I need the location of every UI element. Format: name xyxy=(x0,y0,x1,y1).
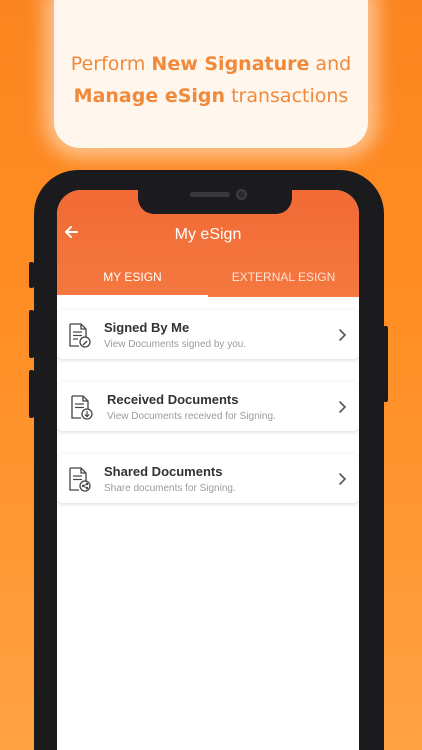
item-subtitle: View Documents signed by you. xyxy=(104,339,247,350)
item-title: Received Documents xyxy=(107,392,239,407)
phone-volume-down-button xyxy=(29,370,34,418)
list-item-received-documents[interactable]: Received Documents View Documents receiv… xyxy=(57,382,359,431)
doc-shared-icon xyxy=(69,467,91,492)
item-subtitle: View Documents received for Signing. xyxy=(107,411,276,422)
chevron-right-icon xyxy=(339,401,347,413)
tab-external-esign[interactable]: EXTERNAL ESIGN xyxy=(208,262,359,297)
phone-power-button xyxy=(383,326,388,402)
item-subtitle: Share documents for Signing. xyxy=(104,483,236,494)
page-title: My eSign xyxy=(174,226,242,243)
chevron-right-icon xyxy=(339,473,347,485)
doc-received-icon xyxy=(71,395,93,420)
list-item-shared-documents[interactable]: Shared Documents Share documents for Sig… xyxy=(57,454,359,503)
list-item-signed-by-me[interactable]: Signed By Me View Documents signed by yo… xyxy=(57,310,359,359)
esign-menu-list: Signed By Me View Documents signed by yo… xyxy=(57,297,359,503)
item-title: Shared Documents xyxy=(104,464,223,479)
phone-speaker xyxy=(190,192,230,197)
app-screen: My eSign MY ESIGN EXTERNAL ESIGN Signed … xyxy=(57,190,359,750)
phone-mute-button xyxy=(29,262,34,288)
tab-bar: MY ESIGN EXTERNAL ESIGN xyxy=(57,262,359,297)
promo-banner: Perform New Signature and Manage eSign t… xyxy=(54,0,368,148)
phone-volume-up-button xyxy=(29,310,34,358)
tab-my-esign[interactable]: MY ESIGN xyxy=(57,262,208,297)
chevron-right-icon xyxy=(339,329,347,341)
promo-line-2: Manage eSign transactions xyxy=(73,85,349,107)
doc-signed-icon xyxy=(69,323,91,348)
item-title: Signed By Me xyxy=(104,320,190,335)
promo-line-1: Perform New Signature and xyxy=(70,53,352,75)
front-camera xyxy=(236,189,247,200)
